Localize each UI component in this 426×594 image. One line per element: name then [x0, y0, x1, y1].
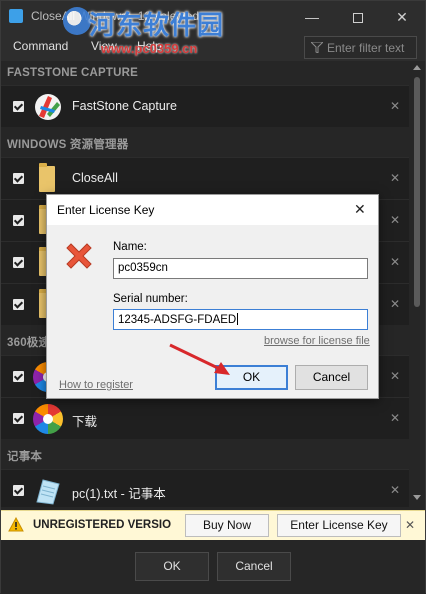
close-registration-bar-button[interactable]: ✕: [405, 518, 415, 532]
checkbox[interactable]: [13, 257, 24, 268]
maximize-icon: [353, 13, 363, 24]
menu-command[interactable]: Command: [13, 39, 68, 53]
text-caret: [237, 313, 239, 325]
warning-icon: [8, 517, 24, 532]
faststone-icon: [35, 94, 61, 120]
list-item-label: FastStone Capture: [72, 99, 177, 113]
menu-help[interactable]: Help: [137, 39, 162, 53]
dialog-body: Name: pc0359cn Serial number: 12345-ADSF…: [47, 225, 378, 398]
remove-item-button[interactable]: ✕: [390, 171, 400, 185]
remove-item-button[interactable]: ✕: [390, 213, 400, 227]
buy-now-button[interactable]: Buy Now: [185, 514, 269, 537]
remove-item-button[interactable]: ✕: [390, 255, 400, 269]
filter-placeholder: Enter filter text: [327, 41, 405, 55]
remove-item-button[interactable]: ✕: [390, 411, 400, 425]
remove-item-button[interactable]: ✕: [390, 483, 400, 497]
serial-number-value: 12345-ADSFG-FDAED: [118, 314, 237, 326]
window-title: CloseAll Windows - 12 selected: [31, 9, 200, 23]
menu-view[interactable]: View: [91, 39, 117, 53]
remove-item-button[interactable]: ✕: [390, 99, 400, 113]
dialog-ok-button[interactable]: OK: [215, 365, 288, 390]
name-field[interactable]: pc0359cn: [113, 258, 368, 279]
group-header: FASTSTONE CAPTURE: [7, 67, 138, 79]
checkbox[interactable]: [13, 485, 24, 496]
checkbox[interactable]: [13, 299, 24, 310]
list-item[interactable]: pc(1).txt - 记事本 ✕: [1, 469, 409, 507]
title-bar: CloseAll Windows - 12 selected — ✕: [1, 1, 425, 33]
enter-license-key-button[interactable]: Enter License Key: [277, 514, 401, 537]
list-item[interactable]: FastStone Capture ✕: [1, 85, 409, 127]
list-item[interactable]: 下载 ✕: [1, 397, 409, 439]
scroll-thumb[interactable]: [414, 77, 420, 307]
name-label: Name:: [113, 241, 147, 253]
remove-item-button[interactable]: ✕: [390, 369, 400, 383]
error-x-icon: [66, 243, 92, 269]
browse-license-file-link[interactable]: browse for license file: [264, 335, 370, 347]
menu-bar: Command View Help Enter filter text: [1, 33, 425, 61]
checkbox[interactable]: [13, 173, 24, 184]
serial-number-field[interactable]: 12345-ADSFG-FDAED: [113, 309, 368, 330]
dialog-close-button[interactable]: ✕: [354, 201, 366, 218]
license-dialog: Enter License Key ✕ Name: pc0359cn Seria…: [46, 194, 379, 399]
registration-bar: UNREGISTERED VERSIO Buy Now Enter Licens…: [1, 510, 425, 540]
checkbox[interactable]: [13, 413, 24, 424]
folder-icon: [39, 163, 55, 192]
unregistered-text: UNREGISTERED VERSIO: [33, 519, 172, 531]
list-item-label: pc(1).txt - 记事本: [72, 487, 166, 501]
scroll-up-icon[interactable]: [413, 65, 421, 70]
pinwheel-icon: [33, 404, 63, 434]
notepad-icon: [36, 479, 60, 505]
list-item-label: CloseAll: [72, 171, 118, 185]
list-item[interactable]: CloseAll ✕: [1, 157, 409, 199]
list-item-label: 下载: [72, 415, 98, 429]
ok-button[interactable]: OK: [135, 552, 209, 581]
dialog-cancel-button[interactable]: Cancel: [295, 365, 368, 390]
checkbox[interactable]: [13, 215, 24, 226]
app-icon: [9, 9, 23, 23]
group-header: 记事本: [7, 451, 43, 463]
remove-item-button[interactable]: ✕: [390, 297, 400, 311]
scroll-down-icon[interactable]: [413, 495, 421, 500]
cancel-button[interactable]: Cancel: [217, 552, 291, 581]
checkbox[interactable]: [13, 371, 24, 382]
group-header: WINDOWS 资源管理器: [7, 139, 129, 151]
maximize-button[interactable]: [335, 1, 381, 33]
checkbox[interactable]: [13, 101, 24, 112]
filter-input[interactable]: Enter filter text: [304, 36, 417, 59]
dialog-title-bar: Enter License Key ✕: [47, 195, 378, 225]
how-to-register-link[interactable]: How to register: [59, 379, 133, 391]
dialog-title: Enter License Key: [57, 203, 155, 217]
close-window-button[interactable]: ✕: [379, 1, 425, 33]
list-scrollbar[interactable]: [409, 61, 425, 507]
serial-label: Serial number:: [113, 293, 188, 305]
minimize-button[interactable]: —: [289, 1, 335, 33]
bottom-bar: OK Cancel: [1, 540, 425, 594]
filter-icon: [311, 42, 323, 53]
